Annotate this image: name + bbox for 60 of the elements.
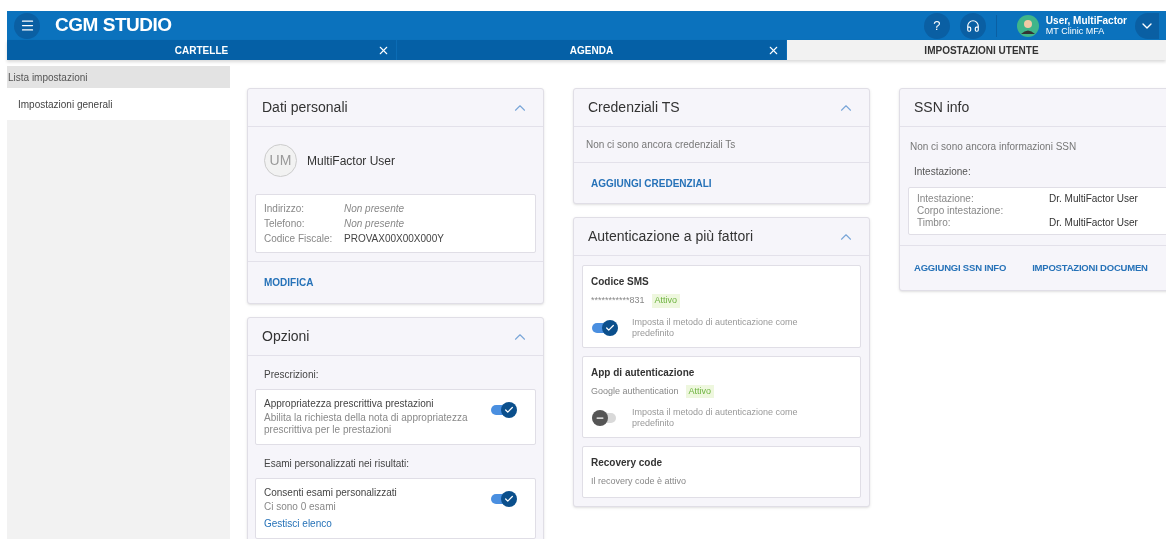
user-avatar <box>1016 14 1039 37</box>
option-title: Appropriatezza prescrittiva prestazioni <box>264 398 435 410</box>
toggle-switch[interactable] <box>592 410 618 426</box>
edit-button[interactable]: MODIFICA <box>264 275 314 290</box>
field-value: Dr. MultiFactor User <box>1049 217 1138 229</box>
add-credentials-button[interactable]: AGGIUNGI CREDENZIALI <box>591 175 712 191</box>
toggle-switch[interactable] <box>491 402 517 418</box>
tab[interactable]: IMPOSTAZIONI UTENTE <box>787 40 1166 60</box>
method-name: App di autenticazione <box>591 365 696 380</box>
clinic-name: MT Clinic MFA <box>1045 25 1106 37</box>
app-title: CGM STUDIO <box>55 13 172 38</box>
card-title: Credenziali TS <box>588 98 680 117</box>
check-icon <box>605 322 615 333</box>
account-dropdown[interactable] <box>1135 12 1159 39</box>
method-detail: Google authentication <box>591 384 679 398</box>
field-label: Intestazione: <box>917 193 975 205</box>
field-label: Indirizzo: <box>264 202 305 215</box>
status-badge: Attivo <box>685 384 715 398</box>
check-icon <box>504 405 514 415</box>
toggle-switch[interactable] <box>592 319 618 336</box>
method-name: Codice SMS <box>591 275 650 289</box>
action-link[interactable]: IMPOSTAZIONI DOCUMEN <box>1032 260 1148 276</box>
method-detail: Il recovery code è attivo <box>591 475 687 488</box>
field-label: Telefono: <box>264 217 306 230</box>
user-name: User, MultiFactor <box>1045 14 1127 26</box>
card-title: Opzioni <box>262 327 310 346</box>
default-method-label: Imposta il metodo di autenticazione come predefinito <box>632 316 799 339</box>
card-title: SSN info <box>914 98 970 117</box>
help-button[interactable]: ? <box>923 12 950 39</box>
option-title: Consenti esami personalizzati <box>264 487 398 499</box>
user-full-name: MultiFactor User <box>307 152 395 170</box>
method-name: Recovery code <box>591 456 664 470</box>
default-method-label: Imposta il metodo di autenticazione come predefinito <box>632 407 799 429</box>
toggle-switch[interactable] <box>491 491 517 507</box>
empty-message: Non ci sono ancora informazioni SSN <box>909 140 1078 154</box>
tab[interactable]: AGENDA <box>397 40 787 60</box>
empty-message: Non ci sono ancora credenziali Ts <box>586 138 736 152</box>
section-heading: Intestazione: <box>913 165 972 179</box>
manage-list-link[interactable]: Gestisci elenco <box>264 518 481 530</box>
check-icon <box>504 494 514 504</box>
menu-icon[interactable] <box>14 12 40 39</box>
method-detail: ***********831 <box>591 294 645 307</box>
section-heading: Esami personalizzati nei risultati: <box>263 457 411 471</box>
headset-icon[interactable] <box>959 12 986 39</box>
card-title: Autenticazione a più fattori <box>588 227 753 246</box>
status-badge: Attivo <box>651 294 681 308</box>
field-value: PROVAX00X00X000Y <box>344 232 444 245</box>
option-description: Abilita la richiesta della nota di appropriatezza prescrittiva per le prestazioni <box>264 412 469 436</box>
section-heading: Prescrizioni: <box>263 368 320 382</box>
field-label: Corpo intestazione: <box>917 205 1005 217</box>
field-label: Codice Fiscale: <box>264 232 334 245</box>
sidebar-title: Lista impostazioni <box>7 66 230 88</box>
field-label: Timbro: <box>917 217 952 229</box>
card-title: Dati personali <box>262 98 348 117</box>
option-description: Ci sono 0 esami <box>264 501 337 513</box>
action-link[interactable]: AGGIUNGI SSN INFO <box>914 260 1007 276</box>
field-value: Dr. MultiFactor User <box>1049 193 1138 205</box>
user-initials: UM <box>264 144 297 177</box>
tab[interactable]: CARTELLE <box>7 40 397 60</box>
sidebar-item[interactable]: Impostazioni generali <box>7 88 230 120</box>
